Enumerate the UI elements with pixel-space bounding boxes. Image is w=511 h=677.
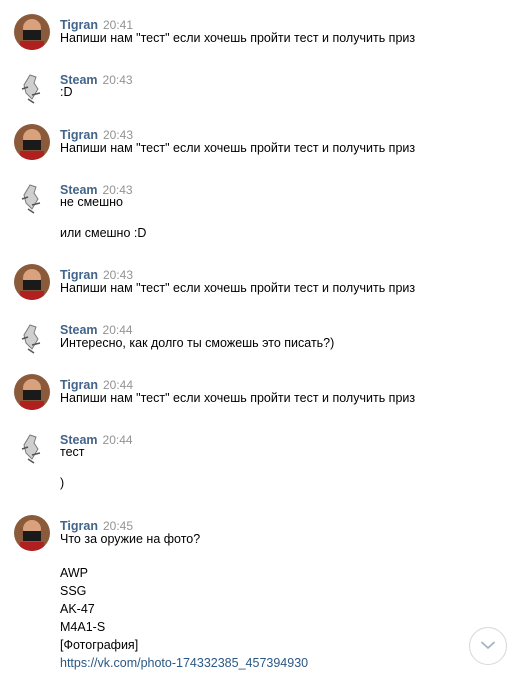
avatar-steam[interactable]: [14, 429, 50, 465]
message-text: Напиши нам "тест" если хочешь пройти тес…: [60, 391, 416, 405]
message-text: SSG: [60, 584, 87, 598]
photo-attachment-label[interactable]: [Фотография]: [60, 636, 138, 654]
message-text: Интересно, как долго ты сможешь это писа…: [60, 336, 335, 350]
avatar-tigran[interactable]: [14, 374, 50, 410]
message-time[interactable]: 20:43: [103, 73, 133, 87]
chevron-down-icon: [481, 637, 495, 655]
message-text: Напиши нам "тест" если хочешь пройти тес…: [60, 31, 416, 45]
message-text: AK-47: [60, 602, 95, 616]
chat-history: Tigran 20:41 Напиши нам "тест" если хочеш…: [0, 0, 511, 677]
photo-link[interactable]: https://vk.com/photo-174332385_457394930: [60, 654, 308, 672]
message-text: M4A1-S: [60, 620, 106, 634]
avatar-steam[interactable]: [14, 69, 50, 105]
avatar-tigran[interactable]: [14, 124, 50, 160]
avatar-tigran[interactable]: [14, 14, 50, 50]
message-time[interactable]: 20:44: [103, 433, 133, 447]
message-text: тест: [60, 445, 85, 459]
message-text: Что за оружие на фото?: [60, 532, 201, 546]
avatar-steam[interactable]: [14, 179, 50, 215]
message-text: AWP: [60, 566, 89, 580]
scroll-down-button[interactable]: [469, 627, 507, 665]
message-text: Напиши нам "тест" если хочешь пройти тес…: [60, 141, 416, 155]
message-text: Напиши нам "тест" если хочешь пройти тес…: [60, 281, 416, 295]
message-text: :D: [60, 85, 73, 99]
message-text: или смешно :D: [60, 226, 147, 240]
avatar-tigran[interactable]: [14, 264, 50, 300]
avatar-steam[interactable]: [14, 319, 50, 355]
message-text: ): [60, 476, 65, 490]
avatar-tigran[interactable]: [14, 515, 50, 551]
message-text: не смешно: [60, 195, 124, 209]
